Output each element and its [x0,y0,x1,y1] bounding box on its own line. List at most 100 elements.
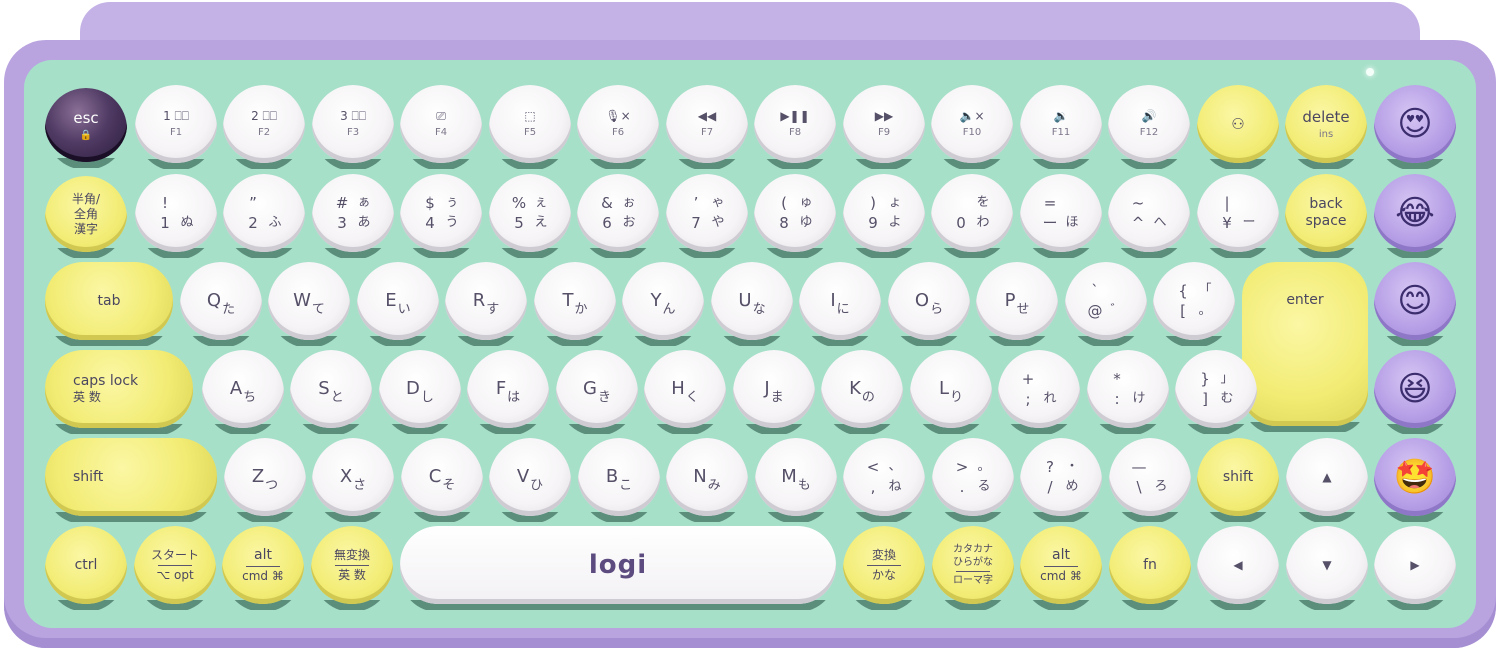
key-3[interactable]: # ぁ 3 あ [312,174,394,260]
spacebar[interactable]: logi [400,526,836,612]
key-p[interactable]: Pせ [976,262,1058,348]
arrow-left-key[interactable]: ◀ [1197,526,1279,612]
key-6-shift: & [601,194,613,212]
key-b[interactable]: Bこ [578,438,660,524]
henkan-key[interactable]: 変換 かな [843,526,925,612]
key-g[interactable]: Gき [556,350,638,436]
f3-key[interactable]: 3 ⎕⎕ F3 [312,85,394,171]
key-1-shift: ! [161,194,168,212]
backspace-key[interactable]: back space [1285,174,1367,260]
key-j[interactable]: Jま [733,350,815,436]
muhenkan-key[interactable]: 無変換英 数 [311,526,393,612]
key-r[interactable]: Rす [445,262,527,348]
f8-key[interactable]: ▶❚❚ F8 [754,85,836,171]
katakana-hiragana-key[interactable]: カタカナ ひらがな ローマ字 [932,526,1014,612]
key-8[interactable]: (ゅ 8 ゆ [754,174,836,260]
romaji-label: ローマ字 [953,575,993,586]
key-n[interactable]: Nみ [666,438,748,524]
f4-key[interactable]: ⎚ F4 [400,85,482,171]
key-comma[interactable]: < 、, ね [843,438,925,524]
enter-key[interactable]: enter [1242,262,1368,434]
alt-cmd-left-key[interactable]: alt cmd ⌘ [222,526,304,612]
key-u[interactable]: Uな [711,262,793,348]
f5-key[interactable]: ⬚ F5 [489,85,571,171]
key-v[interactable]: Vひ [489,438,571,524]
f7-key[interactable]: ◀◀ F7 [666,85,748,171]
key-m[interactable]: Mも [755,438,837,524]
key-t[interactable]: Tか [534,262,616,348]
fn-key[interactable]: fn [1109,526,1191,612]
key-k[interactable]: Kの [821,350,903,436]
f9-key[interactable]: ▶▶ F9 [843,85,925,171]
muhenkan-eisu-label: 英 数 [338,567,366,582]
emoji-key-laugh[interactable]: 😆 [1374,350,1456,436]
f11-key[interactable]: 🔉 F11 [1020,85,1102,171]
key-6[interactable]: & ぉ 6 お [577,174,659,260]
f6-key[interactable]: 🎙× F6 [577,85,659,171]
emoji-key-smile[interactable]: 😊 [1374,262,1456,348]
key-left-bracket[interactable]: {「 [。 [1153,262,1235,348]
key-caret[interactable]: ~ ^ へ [1108,174,1190,260]
key-l[interactable]: Lり [910,350,992,436]
key-i[interactable]: Iに [799,262,881,348]
backspace-label-1: back [1309,196,1343,212]
key-x[interactable]: Xさ [312,438,394,524]
arrow-right-key[interactable]: ▶ [1374,526,1456,612]
key-i-kana: に [836,302,850,317]
key-e[interactable]: Eい [357,262,439,348]
arrow-down-key[interactable]: ▼ [1286,526,1368,612]
key-q[interactable]: Qた [180,262,262,348]
key-8-shift: ( [781,194,787,212]
key-s[interactable]: Sと [290,350,372,436]
key-f[interactable]: Fは [467,350,549,436]
key-semicolon[interactable]: +; れ [998,350,1080,436]
key-backslash[interactable]: — \ ろ [1109,438,1191,524]
esc-key[interactable]: esc 🔒 [45,88,127,170]
key-a[interactable]: Aち [202,350,284,436]
dictation-key[interactable]: ⚇ [1197,85,1279,171]
alt-cmd-right-key[interactable]: alt cmd ⌘ [1020,526,1102,612]
key-minus[interactable]: = ーほ [1020,174,1102,260]
key-lbr-kana-small: 「 [1198,283,1212,298]
key-2[interactable]: ” 2 ふ [223,174,305,260]
f12-key[interactable]: 🔊 F12 [1108,85,1190,171]
right-shift-key[interactable]: shift [1197,438,1279,524]
start-opt-key[interactable]: スタート ⌥ opt [134,526,216,612]
key-slash[interactable]: ? ・ / め [1020,438,1102,524]
key-h[interactable]: Hく [644,350,726,436]
key-9[interactable]: ) ょ 9 よ [843,174,925,260]
tab-key[interactable]: tab [45,262,173,348]
key-d[interactable]: Dし [379,350,461,436]
key-4[interactable]: $ ぅ 4 う [400,174,482,260]
key-7-kana-small: ゃ [711,195,725,210]
f10-key[interactable]: 🔈× F10 [931,85,1013,171]
hankaku-zenkaku-key[interactable]: 半角/全角 漢字 [45,176,127,260]
key-0[interactable]: を0わ [931,174,1013,260]
left-shift-key[interactable]: shift [45,438,217,524]
delete-key[interactable]: delete ins [1285,85,1367,171]
key-yen[interactable]: | ¥ ー [1197,174,1279,260]
key-right-bracket[interactable]: } 」] む [1175,350,1257,436]
backspace-label-2: space [1305,213,1347,229]
key-at[interactable]: ` @ ゛ [1065,262,1147,348]
caps-lock-key[interactable]: caps lock 英 数 [45,350,193,436]
key-7[interactable]: ’ ゃ 7 や [666,174,748,260]
key-colon-kana-small [1128,369,1150,389]
f2-key[interactable]: 2 ⎕⎕ F2 [223,85,305,171]
key-y[interactable]: Yん [622,262,704,348]
key-5[interactable]: % ぇ 5 え [489,174,571,260]
emoji-key-tears-of-joy[interactable]: 😂 [1374,174,1456,260]
key-1[interactable]: ! 1 ぬ [135,174,217,260]
key-colon[interactable]: *: け [1087,350,1169,436]
arrow-up-key[interactable]: ▲ [1286,438,1368,524]
key-colon-kana: け [1132,391,1146,406]
key-period[interactable]: > 。. る [932,438,1014,524]
emoji-key-heart-eyes[interactable]: 😍 [1374,85,1456,171]
ctrl-key[interactable]: ctrl [45,526,127,612]
key-w[interactable]: Wて [268,262,350,348]
f1-key[interactable]: 1 ⎕⎕ F1 [135,85,217,171]
key-o[interactable]: Oら [888,262,970,348]
emoji-key-star-struck[interactable]: 🤩 [1374,438,1456,524]
key-z[interactable]: Zつ [224,438,306,524]
key-c[interactable]: Cそ [401,438,483,524]
